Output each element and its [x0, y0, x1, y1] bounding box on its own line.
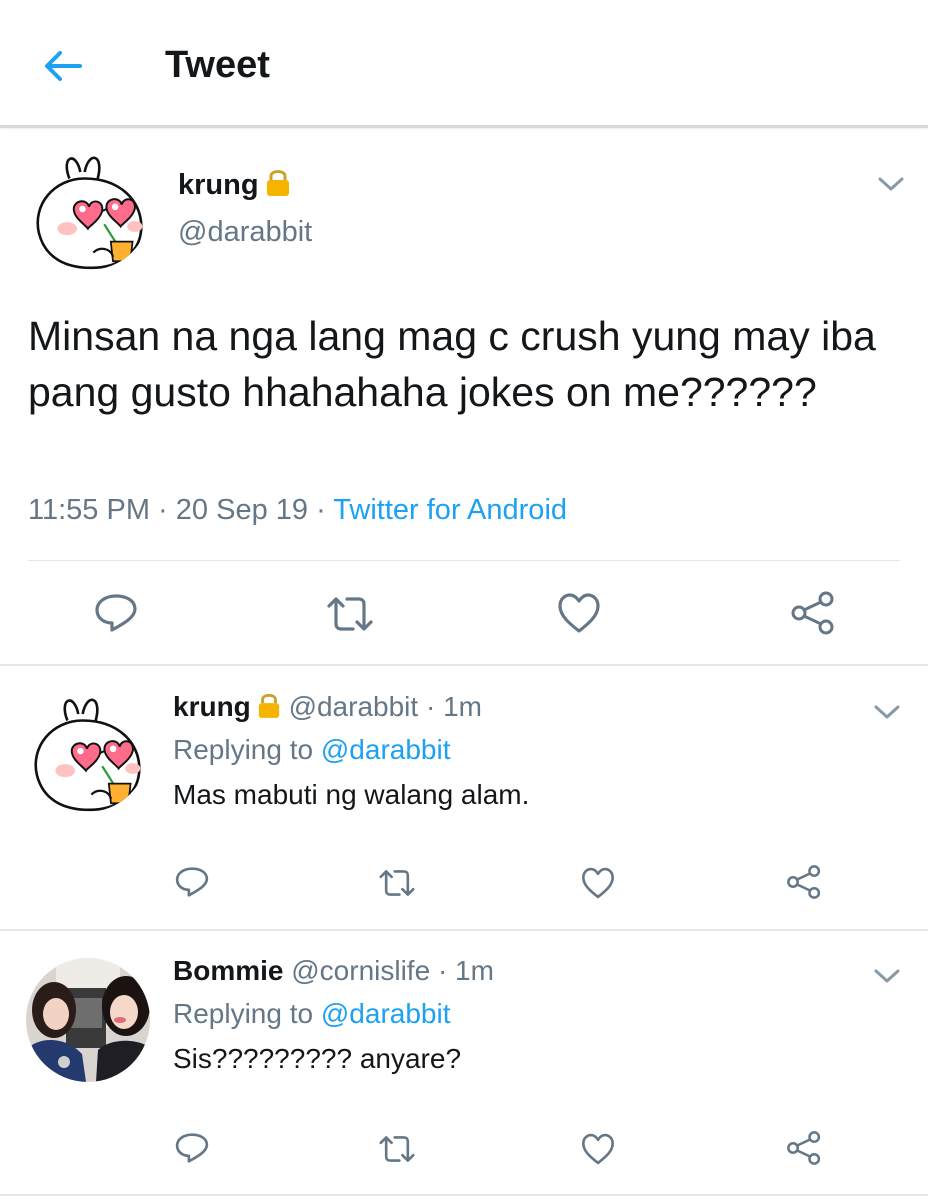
reply-time: 1m — [443, 691, 482, 722]
chevron-down-icon[interactable] — [872, 702, 902, 722]
top-bar: Tweet — [0, 0, 928, 128]
retweet-button[interactable] — [377, 1132, 417, 1166]
reply-author-handle[interactable]: @cornislife — [291, 955, 430, 986]
tweet-date: 20 Sep 19 — [175, 494, 309, 526]
reply-button[interactable] — [93, 590, 139, 636]
separator: · — [158, 494, 168, 526]
retweet-button[interactable] — [377, 866, 417, 900]
reply-icon — [175, 1133, 209, 1163]
replying-to-label: Replying to — [173, 734, 314, 765]
like-icon — [582, 1133, 614, 1165]
lock-icon — [258, 693, 279, 718]
chevron-down-icon[interactable] — [876, 174, 906, 194]
chevron-down-icon[interactable] — [872, 966, 902, 986]
share-icon — [791, 591, 834, 635]
arrow-left-icon[interactable] — [40, 44, 84, 88]
like-icon — [558, 593, 600, 633]
reply-header: krung @darabbit · 1m — [173, 690, 482, 723]
tweet-meta: 11:55 PM · 20 Sep 19 · Twitter for Andro… — [28, 494, 567, 527]
replying-to: Replying to @darabbit — [173, 998, 450, 1030]
author-handle[interactable]: @darabbit — [178, 216, 312, 249]
tweet-source-link[interactable]: Twitter for Android — [333, 494, 567, 526]
reply-author-handle[interactable]: @darabbit — [289, 691, 419, 722]
share-icon — [787, 865, 821, 899]
share-button[interactable] — [786, 1130, 822, 1166]
divider — [28, 560, 900, 561]
replying-to-mention[interactable]: @darabbit — [321, 734, 451, 765]
retweet-button[interactable] — [325, 592, 375, 636]
tweet-time: 11:55 PM — [28, 494, 150, 526]
separator: · — [316, 494, 326, 526]
replying-to-label: Replying to — [173, 998, 314, 1029]
reply-button[interactable] — [174, 1130, 210, 1166]
replying-to: Replying to @darabbit — [173, 734, 450, 766]
retweet-icon — [379, 1136, 415, 1162]
reply-icon — [95, 594, 137, 632]
reply-icon — [175, 867, 209, 897]
replying-to-mention[interactable]: @darabbit — [321, 998, 451, 1029]
reply-author-name[interactable]: Bommie — [173, 955, 283, 986]
like-button[interactable] — [580, 866, 616, 900]
share-button[interactable] — [790, 590, 836, 636]
like-icon — [582, 867, 614, 899]
reply-button[interactable] — [174, 864, 210, 900]
divider — [0, 664, 928, 666]
reply-text: Mas mabuti ng walang alam. — [173, 779, 530, 810]
like-button[interactable] — [556, 591, 602, 635]
separator: · — [425, 691, 436, 722]
retweet-icon — [379, 870, 415, 896]
share-icon — [787, 1131, 821, 1165]
reply-text: Sis????????? anyare? — [173, 1043, 462, 1074]
reply-time: 1m — [455, 955, 494, 986]
lock-icon — [266, 170, 289, 196]
retweet-icon — [327, 597, 373, 631]
avatar[interactable] — [26, 690, 148, 812]
tweet-text: Minsan na nga lang mag c crush yung may … — [28, 313, 876, 415]
separator: · — [437, 955, 448, 986]
avatar[interactable] — [28, 148, 150, 270]
page-title: Tweet — [165, 44, 270, 86]
divider — [0, 1194, 928, 1196]
reply-header: Bommie @cornislife · 1m — [173, 955, 494, 987]
avatar[interactable] — [26, 958, 150, 1082]
reply-author-name[interactable]: krung — [173, 691, 251, 722]
share-button[interactable] — [786, 864, 822, 900]
author-name[interactable]: krung — [178, 166, 291, 202]
like-button[interactable] — [580, 1132, 616, 1166]
author-name-text: krung — [178, 169, 259, 201]
divider — [0, 929, 928, 931]
